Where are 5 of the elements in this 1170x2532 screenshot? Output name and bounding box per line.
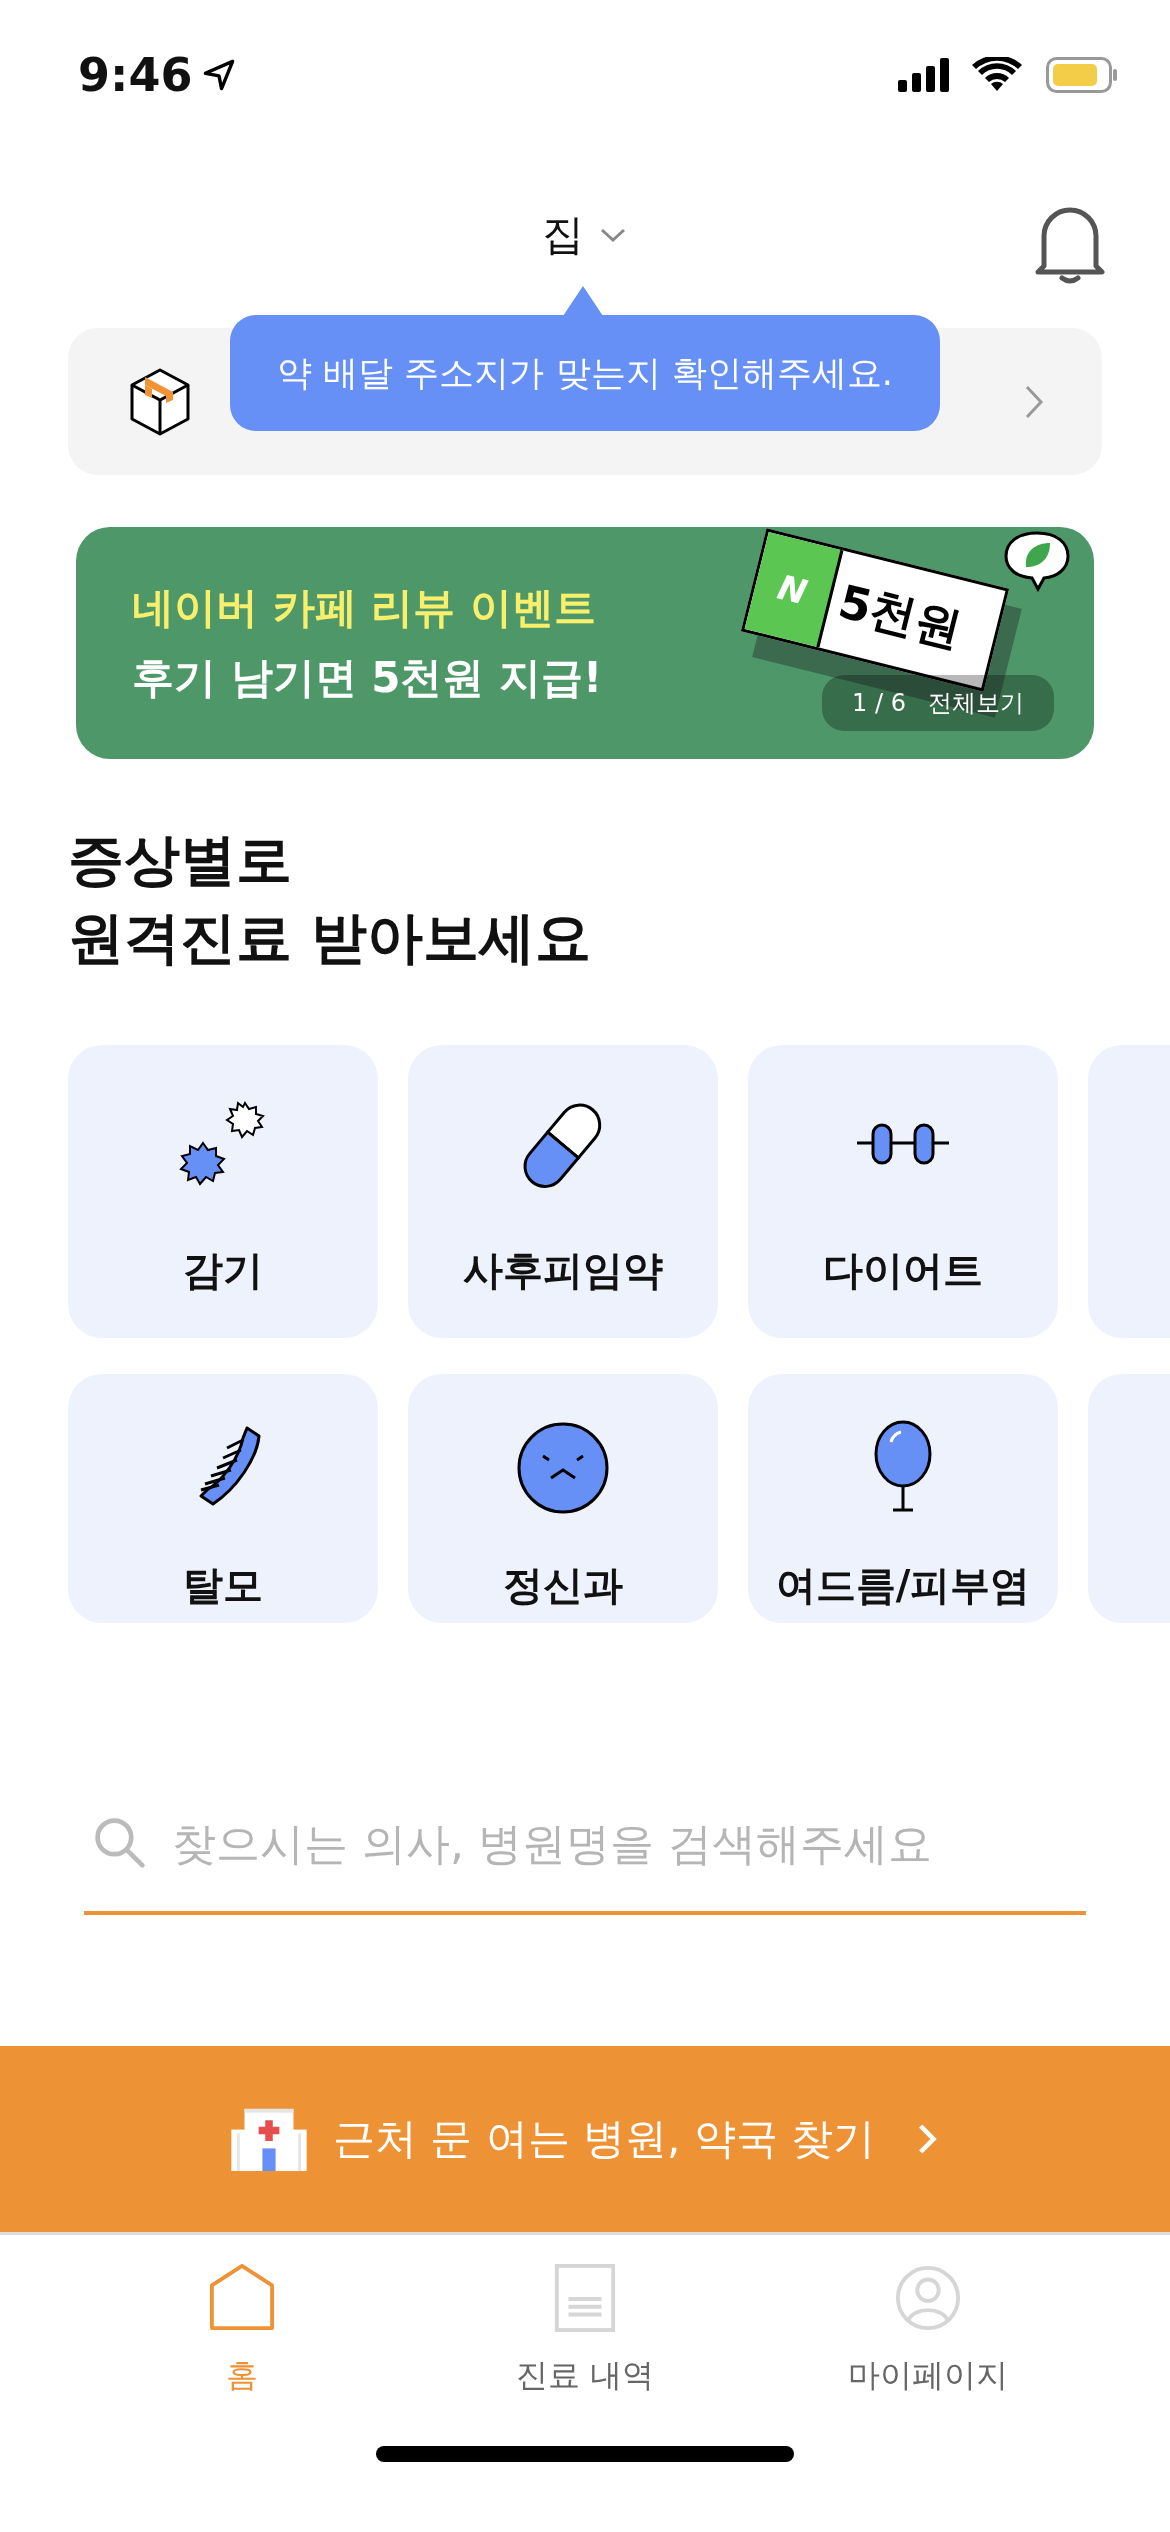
page-indicator: 1 / 6 [852, 689, 906, 717]
banner-title: 네이버 카페 리뷰 이벤트 [132, 582, 597, 634]
section-heading: 증상별로 원격진료 받아보세요 [68, 826, 593, 972]
banner-subtitle: 후기 남기면 5천원 지급! [132, 652, 603, 704]
status-time: 9:46 [78, 48, 193, 102]
